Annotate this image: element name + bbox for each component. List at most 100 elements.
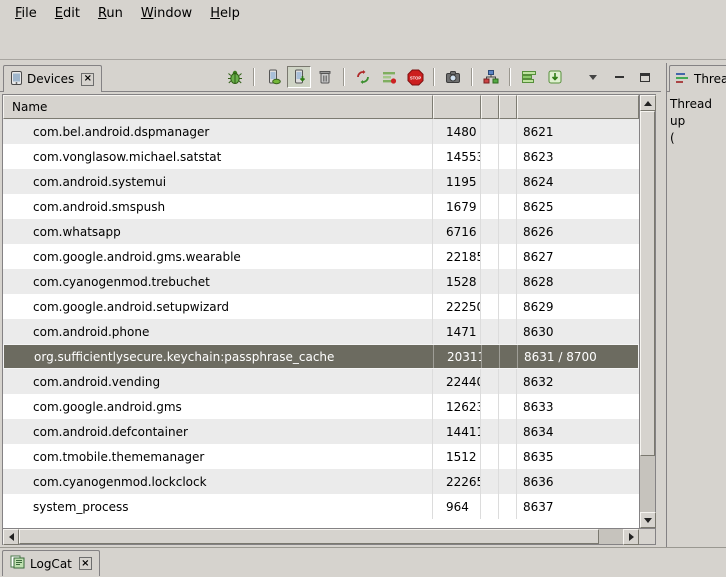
process-row[interactable]: com.android.defcontainer 14411 8634 xyxy=(3,419,639,444)
menu-run[interactable]: Run xyxy=(89,3,132,24)
menu-window[interactable]: Window xyxy=(132,3,201,24)
process-row[interactable]: org.sufficientlysecure.keychain:passphra… xyxy=(3,344,639,369)
horizontal-scroll-track[interactable] xyxy=(19,529,623,544)
menu-help[interactable]: Help xyxy=(201,3,249,24)
scroll-down-icon[interactable] xyxy=(640,512,656,528)
process-row[interactable]: com.google.android.gms.wearable 22185 86… xyxy=(3,244,639,269)
systrace-icon[interactable] xyxy=(517,66,541,88)
process-row[interactable]: com.google.android.setupwizard 22250 862… xyxy=(3,294,639,319)
debug-process-icon[interactable] xyxy=(223,66,247,88)
process-port: 8632 xyxy=(517,369,639,394)
process-port: 8631 / 8700 xyxy=(518,345,638,368)
empty-cell xyxy=(481,394,499,419)
process-row[interactable]: com.cyanogenmod.lockclock 22265 8636 xyxy=(3,469,639,494)
process-port: 8626 xyxy=(517,219,639,244)
column-header-empty[interactable] xyxy=(481,95,499,119)
devices-tab-row: Devices × xyxy=(0,63,661,92)
process-port: 8625 xyxy=(517,194,639,219)
start-method-profiling-icon[interactable] xyxy=(377,66,401,88)
empty-cell xyxy=(481,269,499,294)
process-row[interactable]: com.android.phone 1471 8630 xyxy=(3,319,639,344)
process-pid: 20311 xyxy=(434,345,482,368)
scroll-left-icon[interactable] xyxy=(3,529,19,545)
horizontal-scrollbar[interactable] xyxy=(3,529,639,544)
threads-message-line: ( xyxy=(670,130,723,147)
device-phone-icon xyxy=(11,71,22,88)
minimize-icon[interactable] xyxy=(607,66,631,88)
empty-cell xyxy=(481,219,499,244)
cause-gc-icon[interactable] xyxy=(313,66,337,88)
process-pid: 6716 xyxy=(433,219,481,244)
process-port: 8621 xyxy=(517,119,639,144)
column-header-port[interactable] xyxy=(517,95,639,119)
column-header-empty[interactable] xyxy=(499,95,517,119)
process-port: 8635 xyxy=(517,444,639,469)
vertical-scrollbar[interactable] xyxy=(639,95,655,528)
hierarchy-view-icon[interactable] xyxy=(479,66,503,88)
scroll-up-icon[interactable] xyxy=(640,95,656,111)
column-header-name[interactable]: Name xyxy=(3,95,433,119)
process-row[interactable]: com.whatsapp 6716 8626 xyxy=(3,219,639,244)
view-menu-icon[interactable] xyxy=(581,66,605,88)
horizontal-scroll-thumb[interactable] xyxy=(19,529,599,544)
process-port: 8634 xyxy=(517,419,639,444)
empty-cell xyxy=(499,394,517,419)
svg-text:STOP: STOP xyxy=(409,75,421,80)
toolbar-separator xyxy=(343,68,345,86)
logcat-icon xyxy=(10,555,25,572)
stop-process-icon[interactable]: STOP xyxy=(403,66,427,88)
update-threads-icon[interactable] xyxy=(351,66,375,88)
menu-edit[interactable]: Edit xyxy=(46,3,89,24)
tab-devices[interactable]: Devices × xyxy=(3,65,102,92)
process-port: 8636 xyxy=(517,469,639,494)
opengl-trace-icon[interactable] xyxy=(543,66,567,88)
process-port: 8630 xyxy=(517,319,639,344)
process-row[interactable]: system_process 964 8637 xyxy=(3,494,639,519)
empty-cell xyxy=(499,419,517,444)
empty-cell xyxy=(481,169,499,194)
empty-cell xyxy=(481,244,499,269)
logcat-tab-label: LogCat xyxy=(30,557,72,571)
dump-hprof-icon[interactable] xyxy=(287,66,311,88)
maximize-icon[interactable] xyxy=(633,66,657,88)
empty-cell xyxy=(499,469,517,494)
top-toolbar-empty xyxy=(0,27,726,60)
close-icon[interactable]: × xyxy=(81,73,94,86)
process-row[interactable]: com.tmobile.thememanager 1512 8635 xyxy=(3,444,639,469)
process-name: com.android.smspush xyxy=(3,194,433,219)
process-pid: 1480 xyxy=(433,119,481,144)
process-row[interactable]: com.bel.android.dspmanager 1480 8621 xyxy=(3,119,639,144)
process-row[interactable]: com.android.systemui 1195 8624 xyxy=(3,169,639,194)
vertical-scroll-thumb[interactable] xyxy=(640,111,655,456)
process-pid: 12623 xyxy=(433,394,481,419)
empty-cell xyxy=(481,369,499,394)
process-name: com.whatsapp xyxy=(3,219,433,244)
devices-toolbar: STOP xyxy=(223,66,657,88)
menubar: File Edit Run Window Help xyxy=(0,0,726,27)
scroll-right-icon[interactable] xyxy=(623,529,639,545)
process-row[interactable]: com.cyanogenmod.trebuchet 1528 8628 xyxy=(3,269,639,294)
update-heap-icon[interactable] xyxy=(261,66,285,88)
empty-cell xyxy=(499,119,517,144)
column-header-pid[interactable] xyxy=(433,95,481,119)
process-pid: 14411 xyxy=(433,419,481,444)
process-pid: 1471 xyxy=(433,319,481,344)
process-table: Name com.bel.android.dspmanager 1 xyxy=(2,94,656,545)
tab-logcat[interactable]: LogCat × xyxy=(2,550,100,576)
process-name: com.bel.android.dspmanager xyxy=(3,119,433,144)
process-row[interactable]: com.android.smspush 1679 8625 xyxy=(3,194,639,219)
screen-capture-icon[interactable] xyxy=(441,66,465,88)
process-row[interactable]: com.android.vending 22440 8632 xyxy=(3,369,639,394)
threads-tab-row: Threa xyxy=(667,63,726,92)
process-pid: 964 xyxy=(433,494,481,519)
close-icon[interactable]: × xyxy=(79,557,92,570)
threads-icon xyxy=(675,71,689,88)
empty-cell xyxy=(499,494,517,519)
process-port: 8623 xyxy=(517,144,639,169)
tab-threads[interactable]: Threa xyxy=(669,65,726,92)
menu-file[interactable]: File xyxy=(6,3,46,24)
vertical-scroll-track[interactable] xyxy=(640,111,655,512)
process-row[interactable]: com.google.android.gms 12623 8633 xyxy=(3,394,639,419)
process-pid: 1512 xyxy=(433,444,481,469)
process-row[interactable]: com.vonglasow.michael.satstat 14553 8623 xyxy=(3,144,639,169)
